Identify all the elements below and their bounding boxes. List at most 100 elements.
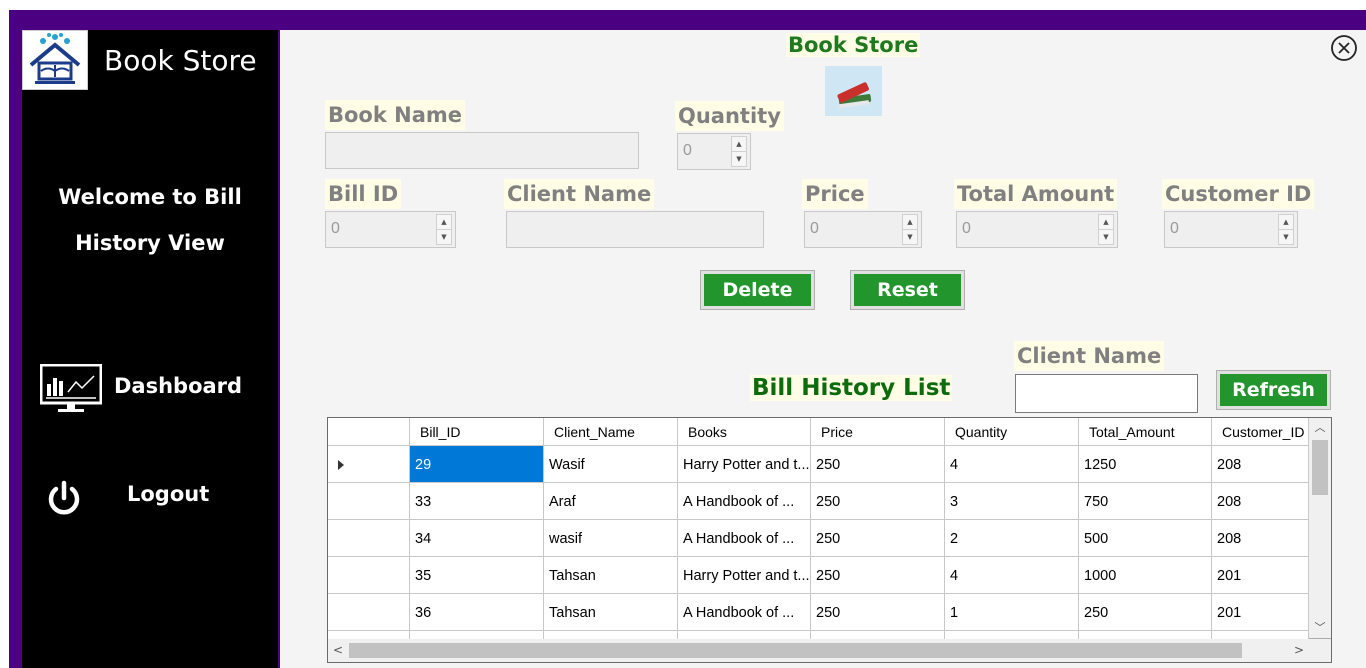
row-header[interactable] (328, 520, 410, 557)
spin-down-icon[interactable]: ▼ (732, 152, 746, 167)
quantity-stepper[interactable]: 0 ▲ ▼ (677, 133, 751, 170)
horizontal-scrollbar[interactable]: < > (328, 639, 1309, 662)
spin-down-icon[interactable]: ▼ (1279, 230, 1293, 245)
column-header-client-name[interactable]: Client_Name (544, 418, 678, 446)
table-cell[interactable]: Harry Potter and t... (678, 446, 811, 483)
reset-button-label: Reset (854, 274, 961, 306)
table-cell[interactable]: 201 (1212, 557, 1309, 594)
spin-down-icon[interactable]: ▼ (903, 230, 917, 245)
table-cell[interactable]: 250 (811, 557, 945, 594)
quantity-spin-buttons[interactable]: ▲ ▼ (731, 136, 747, 167)
quantity-label: Quantity (675, 101, 784, 131)
table-cell[interactable]: 1000 (1079, 557, 1212, 594)
delete-button[interactable]: Delete (700, 270, 815, 310)
welcome-line-1: Welcome to Bill (58, 185, 242, 209)
sidebar: Book Store Welcome to Bill History View … (22, 30, 278, 668)
spin-up-icon[interactable]: ▲ (1099, 215, 1113, 230)
refresh-button[interactable]: Refresh (1216, 370, 1331, 410)
book-name-input[interactable] (325, 132, 639, 169)
table-cell[interactable]: A Handbook of ... (678, 594, 811, 631)
table-cell[interactable]: 208 (1212, 446, 1309, 483)
table-cell[interactable]: A Handbook of ... (678, 520, 811, 557)
price-stepper[interactable]: 0 ▲ ▼ (804, 211, 922, 248)
horizontal-scroll-thumb[interactable] (349, 643, 1242, 658)
vertical-scrollbar[interactable]: ︿ ﹀ (1309, 418, 1331, 638)
spin-down-icon[interactable]: ▼ (1099, 230, 1113, 245)
customer-id-value: 0 (1170, 220, 1179, 237)
table-cell[interactable]: 750 (1079, 483, 1212, 520)
column-header-customer-id[interactable]: Customer_ID (1212, 418, 1309, 446)
table-cell[interactable]: wasif (544, 520, 678, 557)
table-cell[interactable]: 35 (410, 557, 544, 594)
row-header-corner (328, 418, 410, 446)
scroll-right-icon[interactable]: > (1289, 639, 1309, 662)
table-cell[interactable]: 250 (811, 594, 945, 631)
spin-up-icon[interactable]: ▲ (732, 137, 746, 152)
spin-up-icon[interactable]: ▲ (903, 215, 917, 230)
customer-id-stepper[interactable]: 0 ▲ ▼ (1164, 211, 1298, 248)
table-cell[interactable]: 208 (1212, 520, 1309, 557)
table-cell[interactable]: 250 (1079, 594, 1212, 631)
bill-id-spin-buttons[interactable]: ▲ ▼ (436, 214, 452, 245)
reset-button[interactable]: Reset (850, 270, 965, 310)
table-cell[interactable]: 3 (945, 483, 1079, 520)
row-header[interactable] (328, 483, 410, 520)
table-cell[interactable]: Araf (544, 483, 678, 520)
table-cell[interactable]: 500 (1079, 520, 1212, 557)
brand-title: Book Store (104, 44, 257, 77)
column-header-bill-id[interactable]: Bill_ID (410, 418, 544, 446)
table-cell[interactable]: A Handbook of ... (678, 483, 811, 520)
table-cell[interactable]: 1250 (1079, 446, 1212, 483)
filter-client-name-input[interactable] (1015, 374, 1198, 413)
scroll-left-icon[interactable]: < (328, 639, 348, 662)
window-top-strip (0, 0, 1366, 10)
total-amount-spin-buttons[interactable]: ▲ ▼ (1098, 214, 1114, 245)
table-cell[interactable]: 250 (811, 520, 945, 557)
filter-client-name-label: Client Name (1014, 341, 1165, 371)
table-cell[interactable]: 29 (410, 446, 544, 483)
quantity-value: 0 (683, 142, 692, 159)
client-name-input[interactable] (506, 211, 764, 248)
refresh-button-label: Refresh (1220, 374, 1327, 406)
table-cell[interactable]: 250 (811, 446, 945, 483)
bill-id-stepper[interactable]: 0 ▲ ▼ (325, 211, 456, 248)
spin-down-icon[interactable]: ▼ (437, 230, 451, 245)
table-cell[interactable]: 4 (945, 557, 1079, 594)
total-amount-label: Total Amount (954, 179, 1118, 209)
table-cell[interactable]: 250 (811, 483, 945, 520)
scroll-up-icon[interactable]: ︿ (1309, 418, 1331, 438)
table-cell[interactable]: 1 (945, 594, 1079, 631)
table-cell[interactable]: 201 (1212, 594, 1309, 631)
total-amount-stepper[interactable]: 0 ▲ ▼ (956, 211, 1118, 248)
column-header-total-amount[interactable]: Total_Amount (1079, 418, 1212, 446)
row-header[interactable] (328, 594, 410, 631)
column-header-price[interactable]: Price (811, 418, 945, 446)
bill-history-table[interactable]: Bill_ID Client_Name Books Price Quantity… (327, 417, 1332, 663)
table-cell[interactable]: 208 (1212, 483, 1309, 520)
customer-id-spin-buttons[interactable]: ▲ ▼ (1278, 214, 1294, 245)
scroll-down-icon[interactable]: ﹀ (1309, 618, 1331, 638)
spin-up-icon[interactable]: ▲ (437, 215, 451, 230)
book-name-label: Book Name (325, 100, 466, 130)
spin-up-icon[interactable]: ▲ (1279, 215, 1293, 230)
table-cell[interactable]: Tahsan (544, 594, 678, 631)
sidebar-item-logout[interactable]: Logout (40, 478, 270, 518)
vertical-scroll-thumb[interactable] (1312, 440, 1328, 495)
sidebar-item-dashboard[interactable]: Dashboard (39, 362, 270, 418)
dashboard-monitor-icon (39, 363, 103, 418)
column-header-quantity[interactable]: Quantity (945, 418, 1079, 446)
power-icon (46, 480, 82, 522)
price-spin-buttons[interactable]: ▲ ▼ (902, 214, 918, 245)
table-cell[interactable]: Harry Potter and t... (678, 557, 811, 594)
table-cell[interactable]: 2 (945, 520, 1079, 557)
column-header-books[interactable]: Books (678, 418, 811, 446)
table-cell[interactable]: 36 (410, 594, 544, 631)
table-cell[interactable]: 33 (410, 483, 544, 520)
table-cell[interactable]: Tahsan (544, 557, 678, 594)
row-header[interactable] (328, 557, 410, 594)
row-header[interactable] (328, 446, 410, 483)
close-button[interactable] (1330, 34, 1358, 62)
table-cell[interactable]: Wasif (544, 446, 678, 483)
table-cell[interactable]: 34 (410, 520, 544, 557)
table-cell[interactable]: 4 (945, 446, 1079, 483)
